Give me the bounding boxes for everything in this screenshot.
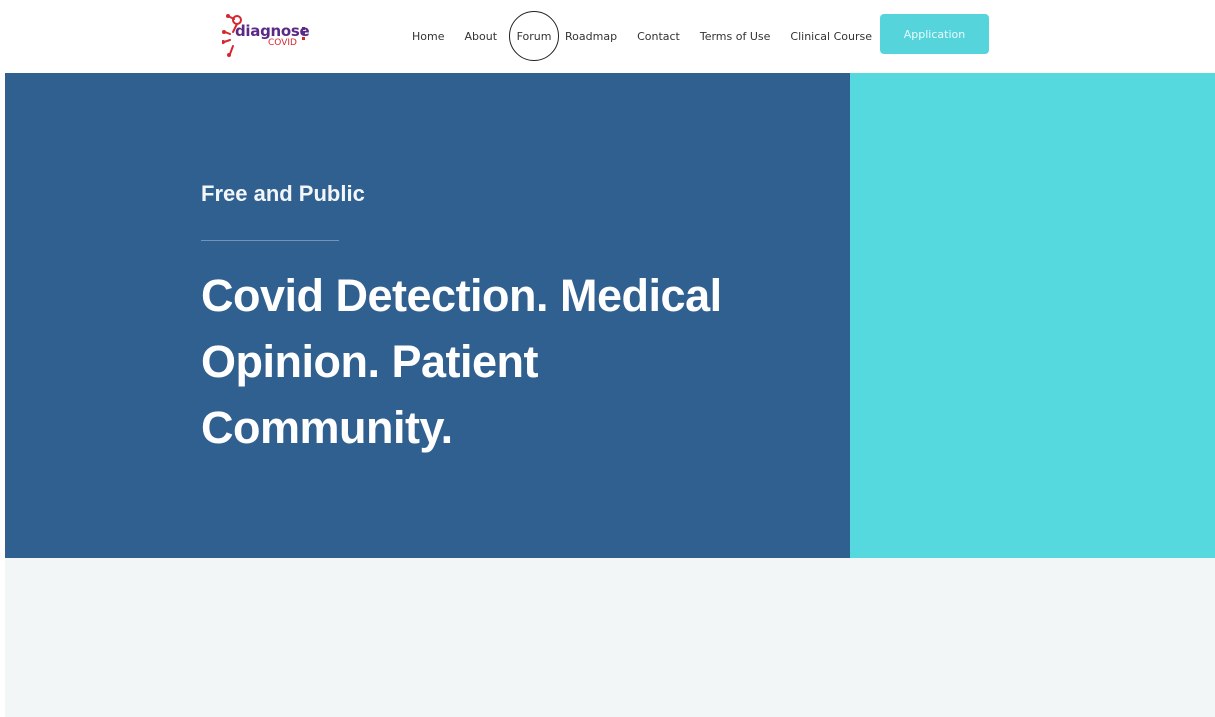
hero-panel: Free and Public Covid Detection. Medical…	[5, 73, 850, 558]
nav-about[interactable]: About	[464, 30, 497, 43]
logo-dots	[302, 27, 305, 47]
nav-home[interactable]: Home	[412, 30, 444, 43]
site-logo[interactable]: diagnose COVID	[222, 10, 314, 60]
content-section	[5, 558, 1215, 717]
logo-subtitle: COVID	[268, 38, 297, 48]
nav-roadmap[interactable]: Roadmap	[565, 30, 617, 43]
hero-divider	[201, 240, 339, 241]
nav-terms-of-use[interactable]: Terms of Use	[700, 30, 771, 43]
site-header: diagnose COVID Home About Forum Roadmap …	[0, 0, 1215, 72]
nav-clinical-course[interactable]: Clinical Course	[790, 30, 872, 43]
hero-accent-panel	[850, 73, 1215, 558]
main-nav: Home About Forum Roadmap Contact Terms o…	[404, 0, 892, 72]
application-button[interactable]: Application	[880, 14, 989, 54]
hero-headline: Covid Detection. Medical Opinion. Patien…	[201, 270, 722, 453]
nav-contact[interactable]: Contact	[637, 30, 680, 43]
nav-forum[interactable]: Forum	[509, 11, 560, 61]
hero-kicker: Free and Public	[201, 181, 365, 206]
